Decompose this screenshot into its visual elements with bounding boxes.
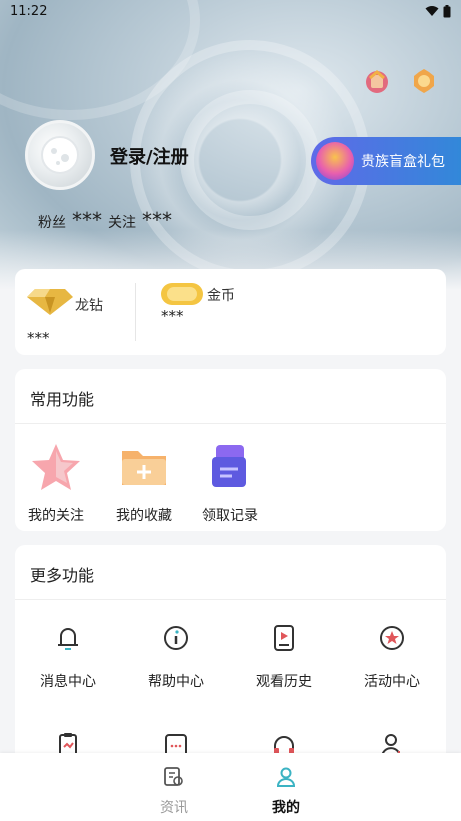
info-icon (164, 626, 188, 650)
bottom-tab-bar: 资讯 我的 (0, 753, 461, 821)
help-center-item[interactable]: 帮助中心 (126, 623, 226, 691)
diamond-label: 龙钻 (75, 298, 103, 314)
claim-record-label: 领取记录 (202, 508, 258, 524)
follow-label: 关注 (108, 215, 136, 231)
fans-label: 粉丝 (38, 215, 66, 231)
coin-label: 金币 (207, 288, 235, 304)
gold-coin-icon (161, 283, 203, 305)
my-favorites-label: 我的收藏 (116, 508, 172, 524)
tab-news-label: 资讯 (160, 800, 188, 816)
settings-gear-icon[interactable] (409, 66, 439, 96)
help-center-label: 帮助中心 (148, 674, 204, 690)
my-follow-label: 我的关注 (28, 508, 84, 524)
claim-record-item[interactable]: 领取记录 (195, 441, 265, 525)
wallet-divider (135, 283, 136, 341)
activity-center-item[interactable]: 活动中心 (342, 623, 442, 691)
noble-gift-label: 贵族盲盒礼包 (361, 154, 445, 170)
diamond-icon (27, 289, 73, 315)
user-icon (276, 767, 296, 787)
news-icon (164, 767, 183, 786)
gift-box-icon (316, 142, 354, 180)
noble-blind-box-gift-button[interactable]: 贵族盲盒礼包 (311, 137, 461, 185)
my-favorites-item[interactable]: 我的收藏 (109, 441, 179, 525)
watch-history-item[interactable]: 观看历史 (234, 623, 334, 691)
record-icon (212, 445, 246, 487)
watch-history-label: 观看历史 (256, 674, 312, 690)
follow-count[interactable]: *** (142, 208, 172, 232)
login-register-link[interactable]: 登录/注册 (110, 143, 189, 169)
more-functions-title: 更多功能 (30, 566, 95, 585)
noble-badge-icon[interactable] (362, 66, 392, 96)
activity-icon (380, 626, 404, 650)
fans-count[interactable]: *** (72, 208, 102, 232)
profile-stats: 粉丝 *** 关注 *** (38, 208, 178, 232)
coin-value: *** (161, 307, 184, 325)
status-bar: 11:22 (0, 0, 461, 22)
folder-icon (122, 451, 166, 485)
star-icon (32, 444, 80, 490)
default-avatar-icon (41, 136, 79, 174)
history-icon (274, 625, 294, 651)
activity-center-label: 活动中心 (364, 674, 420, 690)
message-center-label: 消息中心 (40, 674, 96, 690)
tab-mine[interactable]: 我的 (256, 765, 316, 817)
decorative-swirl (180, 90, 320, 230)
wifi-icon (425, 6, 439, 16)
status-time: 11:22 (10, 3, 48, 19)
tab-mine-label: 我的 (272, 800, 300, 816)
common-functions-card: 常用功能 我的关注 我的收藏 领取记录 (15, 369, 446, 531)
my-follow-item[interactable]: 我的关注 (21, 441, 91, 525)
tab-news[interactable]: 资讯 (144, 765, 204, 817)
wallet-card: 龙钻 *** 金币 *** (15, 269, 446, 355)
diamond-value: *** (27, 329, 50, 347)
common-functions-title: 常用功能 (30, 390, 95, 409)
more-functions-card: 更多功能 消息中心 帮助中心 观看历史 活动中心 (15, 545, 446, 765)
battery-icon (443, 4, 451, 17)
avatar[interactable] (25, 120, 95, 190)
bell-icon (58, 628, 78, 650)
message-center-item[interactable]: 消息中心 (18, 623, 118, 691)
